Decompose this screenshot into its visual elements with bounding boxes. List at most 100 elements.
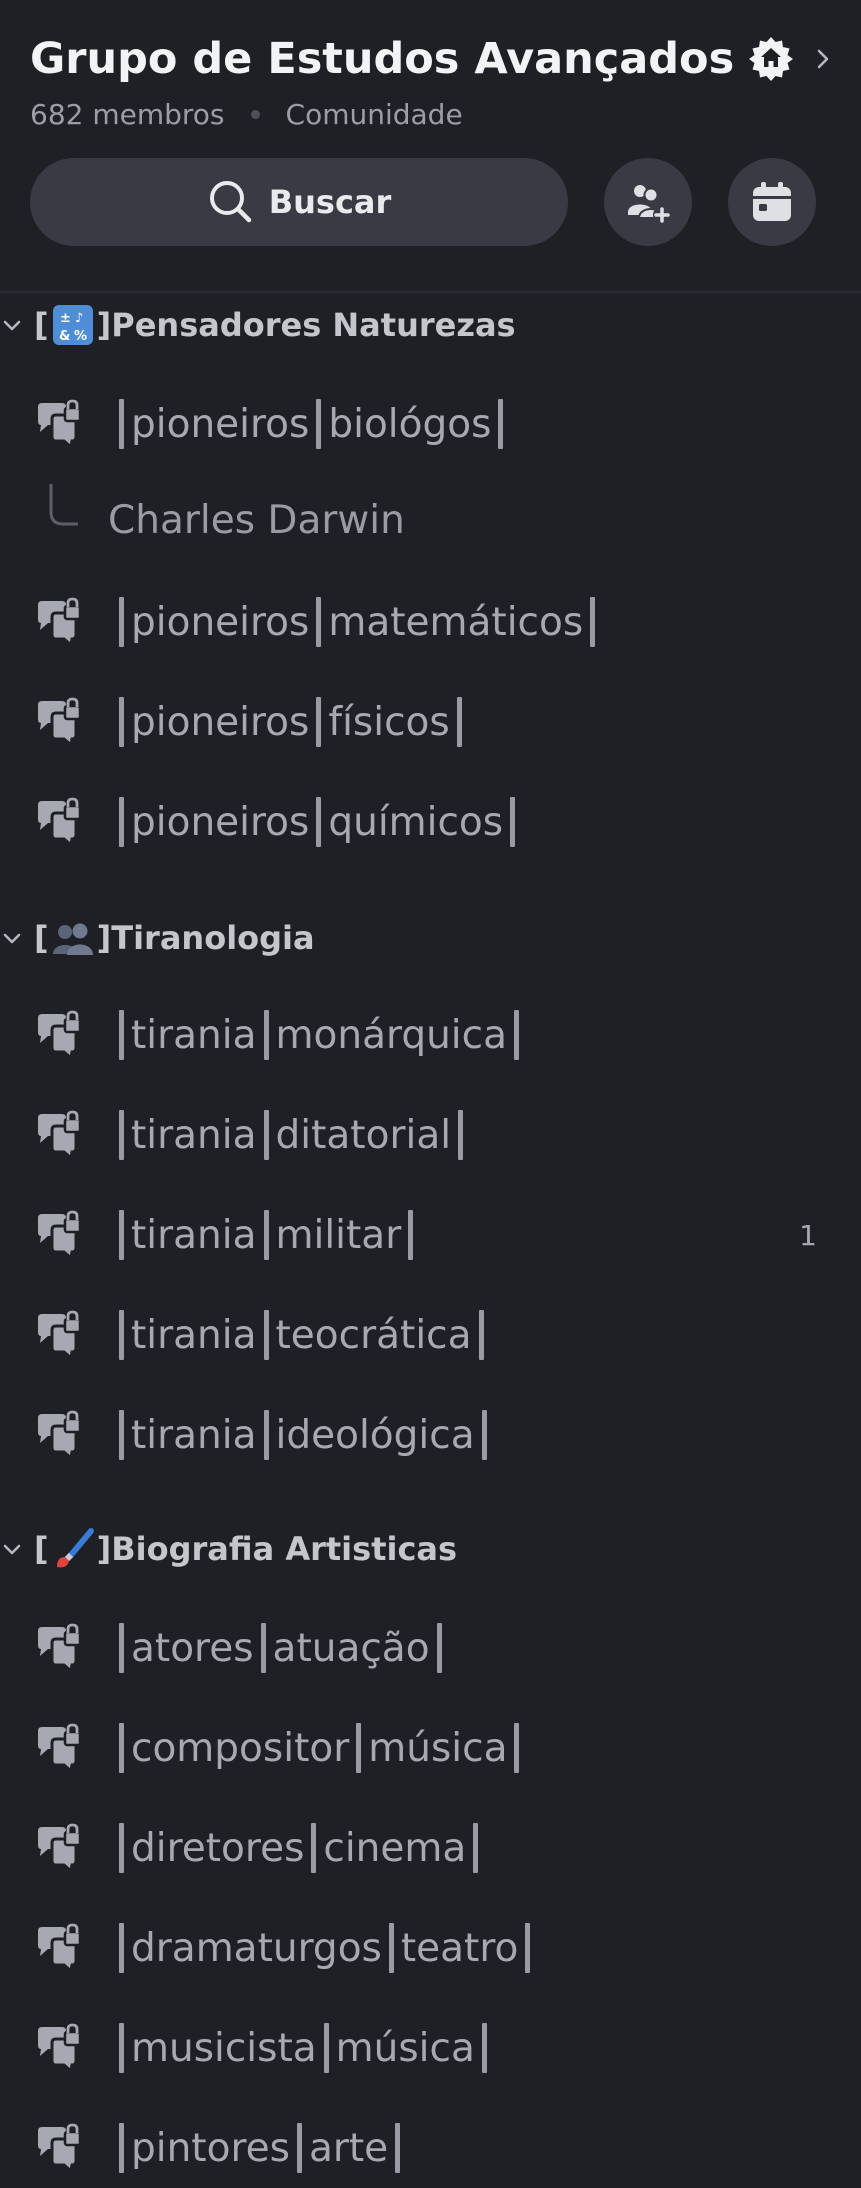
thread-name: Charles Darwin [108,498,405,543]
category-header[interactable]: [ ]Tiranologia [0,914,315,962]
server-title-row[interactable]: Grupo de Estudos Avançados [30,34,836,84]
header-divider [0,291,861,293]
thread-spine-icon [48,484,78,528]
category-header[interactable]: [± ♪ &%]Pensadores Naturezas [0,301,516,349]
category-label: [ ]Tiranologia [34,916,315,960]
channel-name-part: ditatorial [275,1112,452,1158]
channel-name: tirania monárquica [112,1010,526,1060]
divider-bar [436,1623,442,1673]
divider-bar [481,2023,487,2073]
channel-item[interactable]: tirania militar 1 [0,1195,861,1275]
channel-item[interactable]: pioneiros matemáticos [0,582,861,662]
divider-bar [478,1310,484,1360]
divider-bar [263,1010,269,1060]
locked-forum-icon [32,1410,82,1461]
divider-bar [119,1723,124,1773]
channel-item[interactable]: compositor música [0,1708,861,1788]
channel-name-part: atores [131,1625,254,1671]
category-label: [ ]Biografia Artisticas [34,1527,457,1571]
divider-bar [119,2123,124,2173]
search-button[interactable]: Buscar [30,158,568,246]
divider-bar [456,697,462,747]
search-icon [209,181,251,223]
svg-text:♪: ♪ [75,311,83,326]
divider-bar [498,399,504,449]
divider-bar [119,1923,124,1973]
category-label-text: ]Tiranologia [96,919,315,957]
channel-item[interactable]: atores atuação [0,1608,861,1688]
divider-bar [119,1410,124,1460]
divider-bar [260,1623,266,1673]
channel-name-part: diretores [131,1825,305,1871]
search-label: Buscar [268,183,392,221]
channel-name-part: música [335,2025,475,2071]
channel-item[interactable]: diretores cinema [0,1808,861,1888]
chevron-right-icon[interactable] [810,46,836,72]
locked-forum-icon [32,2023,82,2074]
channel-name-part: teocrática [275,1312,472,1358]
divider-bar [473,1823,479,1873]
divider-bar [316,597,322,647]
invite-button[interactable] [604,158,692,246]
server-name[interactable]: Grupo de Estudos Avançados [30,34,734,84]
channel-name: diretores cinema [112,1823,485,1873]
channel-name: pioneiros físicos [112,697,469,747]
server-header: Grupo de Estudos Avançados 682 membros C… [0,0,861,293]
channel-name-part: tirania [131,1212,257,1258]
channel-name-part: pioneiros [131,799,310,845]
channel-item[interactable]: pioneiros físicos [0,682,861,762]
locked-forum-icon [32,1210,82,1261]
channel-name-part: tirania [131,1012,257,1058]
channel-name-part: ideológica [275,1412,475,1458]
thread-item[interactable]: Charles Darwin [0,484,861,564]
channel-name-part: compositor [131,1725,350,1771]
category-label-text: ]Biografia Artisticas [96,1530,458,1568]
channel-name-part: atuação [272,1625,430,1671]
divider-bar [263,1310,269,1360]
people-icon [51,916,95,960]
divider-bar [119,797,124,847]
channel-item[interactable]: pioneiros químicos [0,782,861,862]
divider-bar [119,1210,124,1260]
category-label: [± ♪ &%]Pensadores Naturezas [34,303,516,347]
channel-item[interactable]: tirania teocrática [0,1295,861,1375]
channel-item[interactable]: pintores arte [0,2108,861,2188]
channel-item[interactable]: tirania ideológica [0,1395,861,1475]
locked-forum-icon [32,797,82,848]
home-badge-icon [748,36,794,82]
channel-name-part: arte [308,2125,389,2171]
channel-name-part: cinema [323,1825,467,1871]
channel-name-part: biológos [328,401,492,447]
channel-name: pintores arte [112,2123,407,2173]
category-label-prefix: [ [34,1530,49,1568]
locked-forum-icon [32,1110,82,1161]
divider-bar [119,1623,124,1673]
channel-name: pioneiros químicos [112,797,522,847]
category-label-prefix: [ [34,919,49,957]
divider-bar [316,697,322,747]
category-header[interactable]: [ ]Biografia Artisticas [0,1525,457,1573]
divider-bar [323,2023,329,2073]
chevron-down-icon [0,1537,24,1561]
divider-bar [481,1410,487,1460]
locked-forum-icon [32,399,82,450]
channel-name-part: pioneiros [131,401,310,447]
svg-text:±: ± [60,311,71,326]
channel-name-part: dramaturgos [131,1925,382,1971]
channel-name: tirania militar [112,1210,420,1260]
channel-item[interactable]: tirania ditatorial [0,1095,861,1175]
channel-name: atores atuação [112,1623,449,1673]
events-button[interactable] [728,158,816,246]
server-type: Comunidade [285,98,463,131]
divider-bar [311,1823,317,1873]
channel-item[interactable]: pioneiros biológos [0,384,861,464]
channel-name-part: tirania [131,1112,257,1158]
channel-item[interactable]: dramaturgos teatro [0,1908,861,1988]
divider-bar [119,399,124,449]
separator-dot [250,110,260,119]
channel-item[interactable]: tirania monárquica [0,995,861,1075]
channel-item[interactable]: musicista música [0,2008,861,2088]
channel-name: musicista música [112,2023,494,2073]
divider-bar [408,1210,414,1260]
channel-name-part: militar [275,1212,402,1258]
